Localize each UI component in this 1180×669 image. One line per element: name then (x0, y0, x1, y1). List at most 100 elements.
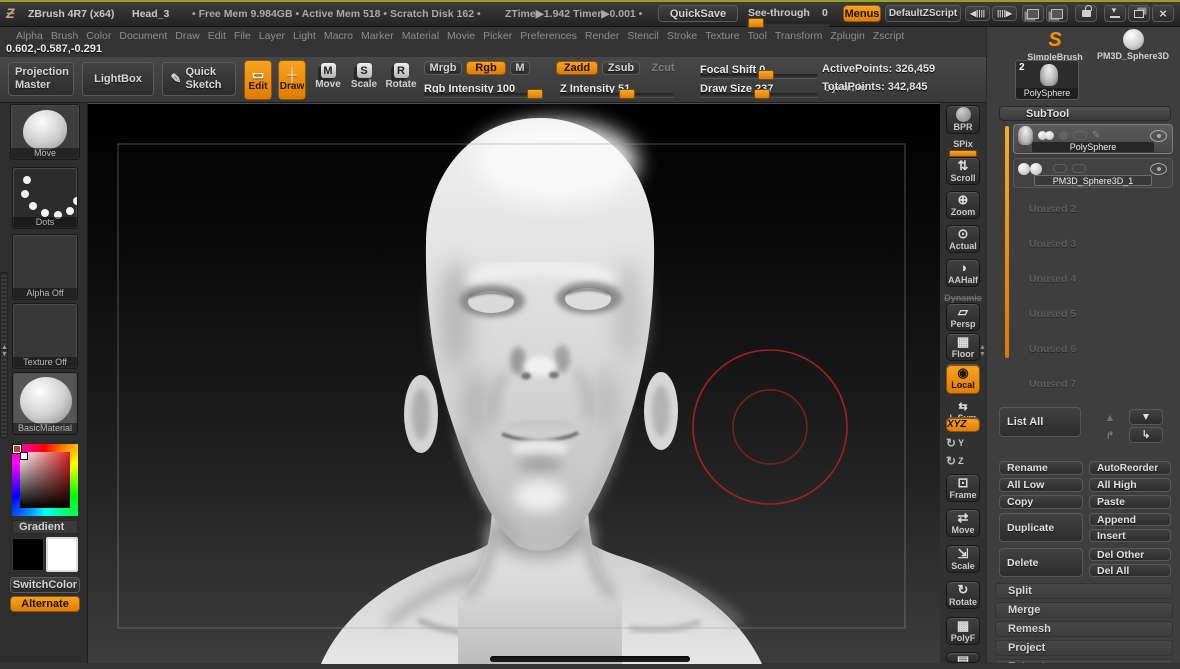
subtool-section-row[interactable]: Split (995, 583, 1173, 599)
menu-item[interactable]: Tool (748, 30, 767, 42)
subtool-unused-slot[interactable]: Unused 5 (1029, 308, 1076, 320)
gradient-button[interactable]: Gradient (12, 520, 78, 534)
del-all-button[interactable]: Del All (1089, 564, 1171, 577)
menu-item[interactable]: Transform (775, 30, 822, 42)
autoreorder-button[interactable]: AutoReorder (1089, 461, 1171, 475)
see-through-slider[interactable] (746, 21, 830, 26)
menu-item[interactable]: Layer (259, 30, 285, 42)
lightbox-button[interactable]: LightBox (82, 62, 154, 96)
dynamic-persp-toggle[interactable]: Dynamic (946, 293, 980, 303)
subtool-unused-slot[interactable]: Unused 4 (1029, 273, 1076, 285)
scroll-button[interactable]: ⇅Scroll (946, 157, 980, 185)
menu-item[interactable]: File (234, 30, 251, 42)
half-toggle-icon[interactable] (1059, 131, 1068, 140)
close-icon[interactable]: × (1152, 5, 1174, 22)
menu-item[interactable]: Preferences (520, 30, 577, 42)
sculpt-viewport[interactable] (88, 103, 940, 663)
canvas-horizontal-scrollbar[interactable] (490, 656, 690, 662)
copy-button[interactable]: Copy (999, 495, 1083, 509)
m-button[interactable]: M (510, 61, 530, 75)
rotate-z-button[interactable]: ↻Z (946, 454, 980, 468)
subtool-down-icon[interactable]: ▼ (1129, 409, 1163, 425)
menu-item[interactable]: Texture (705, 30, 739, 42)
quicksave-button[interactable]: QuickSave (658, 5, 738, 22)
draw-button[interactable]: ┼ Draw (278, 60, 306, 100)
subtool-section-row[interactable]: Extract (995, 659, 1173, 663)
frame-button[interactable]: ⊡Frame (946, 474, 980, 502)
rgb-intensity-slider[interactable]: Rgb Intensity 100 (424, 79, 536, 97)
bpr-button[interactable]: BPR (946, 105, 980, 134)
menu-item[interactable]: Brush (51, 30, 78, 42)
all-high-button[interactable]: All High (1089, 478, 1171, 492)
subtool-movedown-icon[interactable]: ↳ (1129, 427, 1163, 443)
polypaint-off-icon[interactable] (1053, 164, 1067, 173)
duplicate-button[interactable]: Duplicate (999, 513, 1083, 542)
subtool-header[interactable]: SubTool (999, 106, 1171, 121)
aahalf-button[interactable]: ◑AAHalf (946, 259, 980, 287)
move-view-button[interactable]: ⇄Move (946, 509, 980, 537)
rgb-button[interactable]: Rgb (466, 61, 506, 75)
subtool-item-sphere[interactable]: PM3D_Sphere3D_1 (1013, 158, 1173, 188)
menu-item[interactable]: Zplugin (830, 30, 864, 42)
menu-item[interactable]: Stencil (627, 30, 659, 42)
actual-button[interactable]: ⊙Actual (946, 225, 980, 253)
menu-item[interactable]: Document (119, 30, 167, 42)
all-low-button[interactable]: All Low (999, 478, 1083, 492)
window-layout-icon[interactable] (1022, 5, 1044, 22)
color-picker[interactable] (12, 444, 78, 516)
menu-item[interactable]: Marker (361, 30, 394, 42)
subtool-section-row[interactable]: Project (995, 640, 1173, 656)
mrgb-button[interactable]: Mrgb (424, 61, 462, 75)
draw-size-slider[interactable]: Draw Size 237 (700, 79, 818, 97)
insert-button[interactable]: Insert (1089, 529, 1171, 542)
current-tool-thumbnail[interactable]: 2 PolySphere (1015, 60, 1079, 100)
window-layout-alt-icon[interactable] (1046, 5, 1068, 22)
menus-button[interactable]: Menus (843, 5, 881, 22)
texture-thumbnail[interactable]: Texture Off (12, 303, 78, 369)
zoom-button[interactable]: ⊕Zoom (946, 191, 980, 219)
uv-toggle-icon[interactable] (1073, 131, 1087, 140)
projection-master-button[interactable]: Projection Master (8, 62, 74, 96)
switch-color-button[interactable]: SwitchColor (10, 577, 80, 593)
rotate-y-button[interactable]: ↻Y (946, 436, 980, 450)
z-intensity-slider[interactable]: Z Intensity 51 (560, 79, 674, 97)
zadd-button[interactable]: Zadd (556, 61, 598, 75)
secondary-color-swatch[interactable] (46, 537, 78, 572)
menu-item[interactable]: Edit (208, 30, 226, 42)
default-zscript-button[interactable]: DefaultZScript (885, 5, 961, 22)
subtool-item-polysphere[interactable]: ✎ PolySphere (1013, 124, 1173, 154)
polyframe-button[interactable]: ▦PolyF (946, 617, 980, 645)
move-tool-button[interactable]: M Move (312, 63, 344, 90)
menu-item[interactable]: Picker (483, 30, 512, 42)
zsub-button[interactable]: Zsub (602, 61, 640, 75)
delete-button[interactable]: Delete (999, 548, 1083, 577)
panel-collapse-icon[interactable]: ▲▼ (979, 344, 986, 358)
menu-item[interactable]: Material (402, 30, 439, 42)
visibility-eye-icon[interactable] (1150, 163, 1167, 175)
alpha-thumbnail[interactable]: Alpha Off (12, 234, 78, 300)
local-button[interactable]: ◉Local (946, 364, 980, 394)
current-stroke-thumbnail[interactable]: Dots (12, 167, 78, 229)
menu-item[interactable]: Movie (447, 30, 475, 42)
subtool-unused-slot[interactable]: Unused 6 (1029, 343, 1076, 355)
subtool-unused-slot[interactable]: Unused 2 (1029, 203, 1076, 215)
menu-item[interactable]: Stroke (667, 30, 697, 42)
rotate-view-button[interactable]: ↻Rotate (946, 581, 980, 609)
menu-item[interactable]: Macro (324, 30, 353, 42)
list-all-button[interactable]: List All (999, 407, 1081, 437)
restore-icon[interactable] (1128, 5, 1150, 22)
edit-button[interactable]: ▭ Edit (244, 60, 272, 100)
subtool-moveup-icon[interactable]: ↱ (1097, 429, 1123, 442)
quick-sketch-button[interactable]: ✎ Quick Sketch (162, 62, 236, 96)
brush-toggle-icon[interactable]: ✎ (1092, 130, 1100, 141)
subtool-scrollbar[interactable] (1005, 126, 1009, 358)
main-color-swatch[interactable] (12, 538, 44, 571)
recent-tool-simplebrush[interactable]: S SimpleBrush (1023, 29, 1087, 62)
rotate-tool-button[interactable]: R Rotate (384, 63, 418, 90)
partial-shelf-button[interactable]: ▤ (946, 652, 980, 663)
minimize-icon[interactable] (1104, 5, 1126, 22)
menu-item[interactable]: Color (86, 30, 111, 42)
tray-collapse-icon[interactable]: ▲▼ (1, 344, 8, 358)
alternate-button[interactable]: Alternate (10, 596, 80, 612)
uv-off-icon[interactable] (1072, 164, 1086, 173)
